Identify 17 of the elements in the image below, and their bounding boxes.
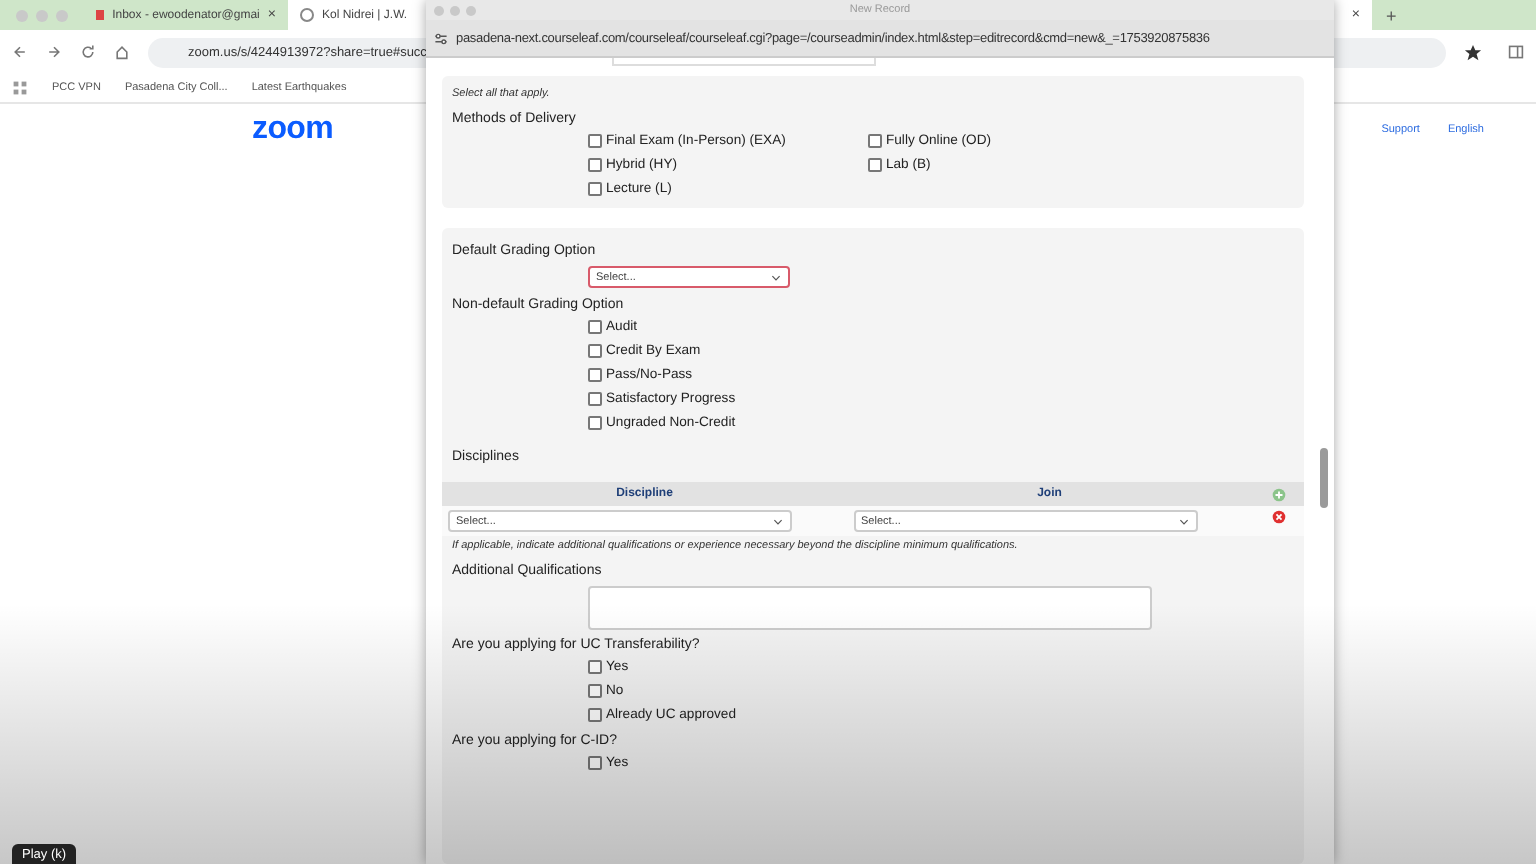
star-icon[interactable] <box>1464 43 1482 61</box>
side-panel-icon[interactable] <box>1508 44 1524 60</box>
scrollbar-thumb[interactable] <box>1320 448 1328 508</box>
forward-icon[interactable] <box>46 44 62 60</box>
caret-icon <box>1177 515 1189 527</box>
remove-icon[interactable] <box>1271 510 1285 524</box>
caret-icon <box>770 271 782 283</box>
tab-favicon-icon <box>96 10 105 20</box>
apps-grid-icon[interactable] <box>12 80 28 96</box>
zoom-logo[interactable]: zoom <box>252 112 334 148</box>
back-icon[interactable] <box>12 44 28 60</box>
home-icon[interactable] <box>114 44 130 60</box>
reload-icon[interactable] <box>80 44 96 60</box>
caret-icon <box>772 515 784 527</box>
new-tab-button[interactable]: + <box>1372 5 1411 25</box>
tab-favicon-icon <box>300 8 314 22</box>
site-settings-icon[interactable] <box>434 31 448 45</box>
